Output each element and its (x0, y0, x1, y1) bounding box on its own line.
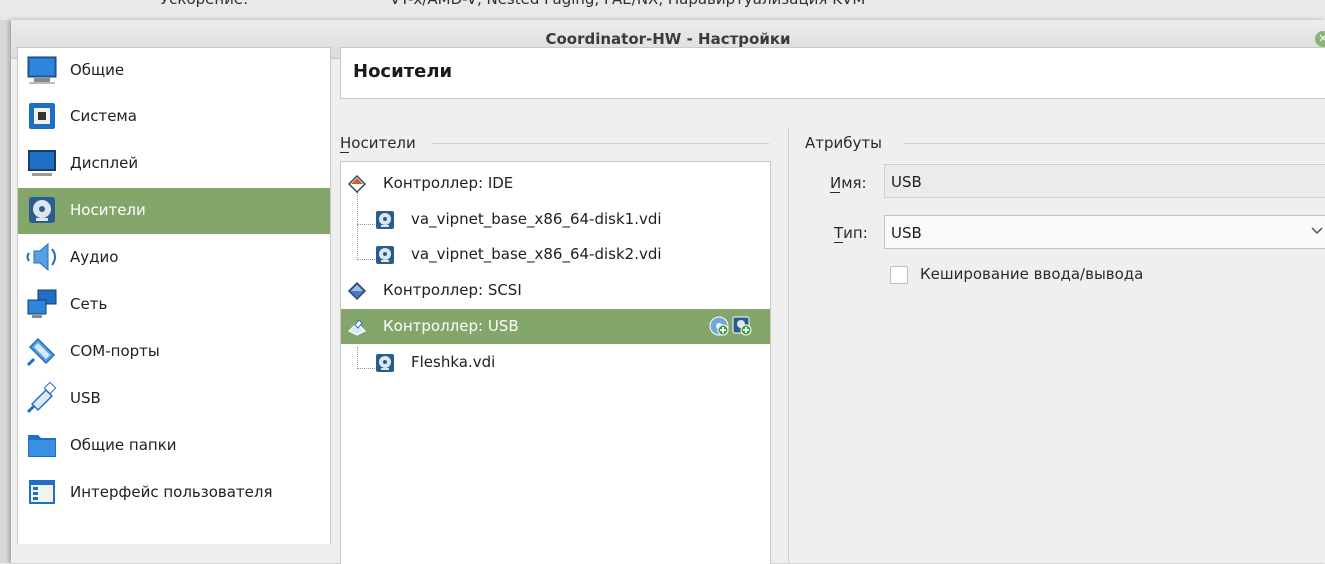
sidebar-item-shared-folders[interactable]: Общие папки (18, 423, 330, 469)
window-title: Coordinator-HW - Настройки (545, 30, 791, 48)
sidebar-item-user-interface[interactable]: Интерфейс пользователя (18, 470, 330, 516)
chevron-down-icon (1311, 227, 1323, 235)
tree-node-disk[interactable]: va_vipnet_base_x86_64-disk2.vdi (341, 237, 770, 272)
tree-node-label: Fleshka.vdi (411, 353, 496, 371)
tree-node-disk[interactable]: va_vipnet_base_x86_64-disk1.vdi (341, 202, 770, 237)
add-optical-drive-icon[interactable] (709, 316, 729, 336)
background-text: VT-x/AMD-V, Nested Paging, PAE/NX, Парав… (390, 0, 865, 8)
audio-speaker-icon (26, 242, 56, 272)
sidebar-item-label: Общие папки (70, 436, 177, 454)
attributes-group-label: Атрибуты (805, 134, 882, 152)
sidebar-item-network[interactable]: Сеть (18, 282, 330, 328)
sidebar-item-audio[interactable]: Аудио (18, 235, 330, 281)
background-window-edge (0, 20, 11, 563)
sidebar-item-label: Дисплей (70, 154, 139, 172)
storage-tree[interactable]: Контроллер: IDE va_vipnet_base_x86_64-di… (340, 161, 771, 564)
hard-disk-icon (376, 211, 394, 229)
sidebar-item-label: Интерфейс пользователя (70, 483, 273, 501)
sidebar-item-label: Общие (70, 61, 125, 79)
sidebar-item-label: Система (70, 107, 137, 125)
usb-icon (26, 382, 57, 414)
io-cache-checkbox[interactable] (890, 266, 908, 284)
sidebar-item-com-ports[interactable]: COM-порты (18, 329, 330, 375)
sidebar-item-general[interactable]: Общие (18, 48, 330, 94)
sidebar-item-label: Аудио (70, 248, 119, 266)
hard-disk-icon (376, 246, 394, 264)
display-monitor-icon (28, 150, 56, 176)
sidebar-item-storage[interactable]: Носители (18, 188, 330, 234)
type-select[interactable]: USB (884, 215, 1325, 249)
type-select-value: USB (891, 224, 922, 242)
sidebar-item-label: Сеть (70, 295, 108, 313)
tree-node-label: va_vipnet_base_x86_64-disk1.vdi (411, 210, 662, 228)
page-title: Носители (353, 61, 453, 82)
settings-sidebar: Общие Система Дисплей Носители Аудио Сет… (17, 47, 331, 544)
type-label: Тип: (834, 224, 868, 242)
tree-node-label: Контроллер: IDE (383, 174, 514, 192)
mnemonic-underline (830, 192, 840, 193)
name-field[interactable]: USB (884, 164, 1325, 198)
usb-controller-icon (347, 319, 367, 336)
network-icon (27, 289, 57, 318)
background-window: Ускорение: VT-x/AMD-V, Nested Paging, PA… (0, 0, 1325, 20)
sidebar-item-label: Носители (70, 201, 146, 219)
hard-disk-icon (376, 354, 394, 372)
tree-node-disk[interactable]: Fleshka.vdi (341, 345, 770, 380)
sidebar-item-label: COM-порты (70, 342, 160, 360)
system-chip-icon (29, 103, 55, 129)
name-field-value: USB (891, 173, 922, 191)
sidebar-item-label: USB (70, 389, 101, 407)
mnemonic-underline (834, 242, 843, 243)
tree-node-scsi-controller[interactable]: Контроллер: SCSI (341, 273, 770, 308)
tree-node-label: va_vipnet_base_x86_64-disk2.vdi (411, 245, 662, 263)
tree-node-ide-controller[interactable]: Контроллер: IDE (341, 166, 770, 201)
general-monitor-icon (27, 56, 57, 84)
tree-node-usb-controller[interactable]: Контроллер: USB (341, 309, 770, 344)
sidebar-item-display[interactable]: Дисплей (18, 141, 330, 187)
serial-port-icon (26, 337, 56, 367)
add-hard-disk-icon[interactable] (732, 316, 752, 336)
mnemonic-underline (340, 152, 349, 153)
tree-node-label: Контроллер: USB (383, 317, 519, 335)
name-label: Имя: (830, 174, 867, 192)
group-separator (904, 143, 1325, 144)
storage-disk-icon (29, 197, 55, 223)
close-icon[interactable]: ✕ (1315, 31, 1325, 47)
scsi-controller-icon (347, 281, 367, 301)
tree-node-label: Контроллер: SCSI (383, 281, 522, 299)
storage-group-label: Носители (340, 134, 416, 152)
pane-splitter[interactable] (788, 128, 789, 563)
background-text: Ускорение: (160, 0, 248, 8)
io-cache-label: Кеширование ввода/вывода (920, 265, 1144, 283)
page-header: Носители (340, 47, 1325, 99)
shared-folder-icon (28, 435, 56, 457)
user-interface-icon (29, 480, 55, 504)
sidebar-item-usb[interactable]: USB (18, 376, 330, 422)
ide-controller-icon (347, 174, 367, 194)
group-separator (432, 143, 769, 144)
sidebar-item-system[interactable]: Система (18, 94, 330, 140)
